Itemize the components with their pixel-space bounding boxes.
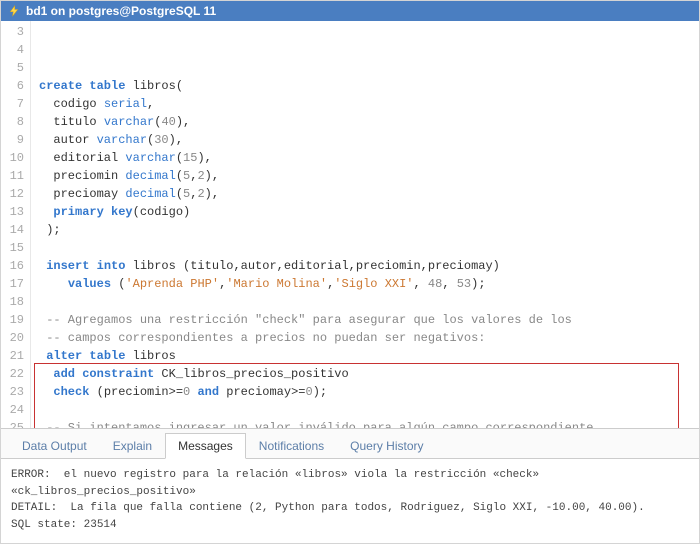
code-line[interactable]: titulo varchar(40), [39, 113, 699, 131]
code-line[interactable]: primary key(codigo) [39, 203, 699, 221]
line-number: 19 [1, 311, 24, 329]
line-number: 8 [1, 113, 24, 131]
code-line[interactable]: codigo serial, [39, 95, 699, 113]
code-line[interactable]: values ('Aprenda PHP','Mario Molina','Si… [39, 275, 699, 293]
code-line[interactable]: -- campos correspondientes a precios no … [39, 329, 699, 347]
line-number: 10 [1, 149, 24, 167]
code-line[interactable] [39, 293, 699, 311]
line-number: 4 [1, 41, 24, 59]
line-number: 5 [1, 59, 24, 77]
messages-content[interactable]: ERROR: el nuevo registro para la relació… [1, 459, 699, 543]
line-number: 3 [1, 23, 24, 41]
window-title: bd1 on postgres@PostgreSQL 11 [26, 4, 216, 18]
tab-messages[interactable]: Messages [165, 433, 246, 459]
code-line[interactable]: create table libros( [39, 77, 699, 95]
line-number: 21 [1, 347, 24, 365]
line-number: 12 [1, 185, 24, 203]
line-number: 23 [1, 383, 24, 401]
line-number: 24 [1, 401, 24, 419]
message-line: DETAIL: La fila que falla contiene (2, P… [11, 500, 689, 517]
title-bar: bd1 on postgres@PostgreSQL 11 [1, 1, 699, 21]
sql-editor[interactable]: 3456789101112131415161718192021222324252… [1, 21, 699, 428]
line-number: 22 [1, 365, 24, 383]
line-number: 20 [1, 329, 24, 347]
output-tabs: Data OutputExplainMessagesNotificationsQ… [1, 429, 699, 459]
tab-explain[interactable]: Explain [100, 433, 165, 458]
code-line[interactable] [39, 239, 699, 257]
code-line[interactable]: -- Si intentamos ingresar un valor invál… [39, 419, 699, 428]
code-line[interactable]: insert into libros (titulo,autor,editori… [39, 257, 699, 275]
code-line[interactable]: -- Agregamos una restricción "check" par… [39, 311, 699, 329]
tab-notifications[interactable]: Notifications [246, 433, 337, 458]
line-number: 11 [1, 167, 24, 185]
line-number: 25 [1, 419, 24, 428]
message-line: SQL state: 23514 [11, 517, 689, 534]
tab-data-output[interactable]: Data Output [9, 433, 100, 458]
line-number: 13 [1, 203, 24, 221]
line-number: 17 [1, 275, 24, 293]
tab-query-history[interactable]: Query History [337, 433, 436, 458]
code-line[interactable] [39, 401, 699, 419]
code-line[interactable]: add constraint CK_libros_precios_positiv… [39, 365, 699, 383]
code-content[interactable]: create table libros( codigo serial, titu… [31, 21, 699, 428]
lightning-icon [7, 4, 21, 18]
code-line[interactable]: check (preciomin>=0 and preciomay>=0); [39, 383, 699, 401]
code-line[interactable]: preciomay decimal(5,2), [39, 185, 699, 203]
code-line[interactable]: editorial varchar(15), [39, 149, 699, 167]
line-number: 14 [1, 221, 24, 239]
output-panel: Data OutputExplainMessagesNotificationsQ… [1, 428, 699, 543]
code-line[interactable]: alter table libros [39, 347, 699, 365]
code-line[interactable]: preciomin decimal(5,2), [39, 167, 699, 185]
line-number: 6 [1, 77, 24, 95]
line-number: 18 [1, 293, 24, 311]
line-number: 16 [1, 257, 24, 275]
line-number-gutter: 3456789101112131415161718192021222324252… [1, 21, 31, 428]
code-line[interactable]: autor varchar(30), [39, 131, 699, 149]
line-number: 7 [1, 95, 24, 113]
code-line[interactable]: ); [39, 221, 699, 239]
line-number: 9 [1, 131, 24, 149]
message-line: ERROR: el nuevo registro para la relació… [11, 467, 689, 500]
line-number: 15 [1, 239, 24, 257]
